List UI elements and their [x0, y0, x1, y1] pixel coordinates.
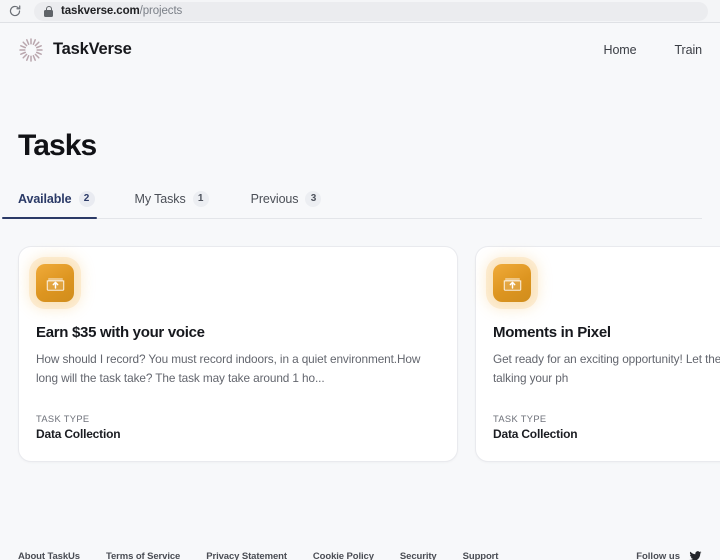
- page-title: Tasks: [18, 129, 97, 162]
- folder-upload-icon: [36, 264, 74, 302]
- footer-social: Follow us: [636, 544, 702, 560]
- tab-my-tasks-label: My Tasks: [134, 192, 186, 206]
- task-card-description: Get ready for an exciting opportunity! L…: [493, 352, 720, 386]
- folder-upload-icon: [493, 264, 531, 302]
- task-card-meta: TASK TYPE Data Collection: [493, 414, 720, 441]
- task-card[interactable]: Earn $35 with your voice How should I re…: [18, 246, 458, 463]
- task-type-label: TASK TYPE: [36, 414, 90, 425]
- footer-link-list: About TaskUs Terms of Service Privacy St…: [18, 544, 498, 560]
- twitter-icon[interactable]: [689, 551, 702, 560]
- tab-available[interactable]: Available 2: [2, 191, 109, 219]
- tab-my-tasks-badge: 1: [192, 191, 209, 207]
- site-header: TaskVerse Home Train: [0, 23, 720, 76]
- lock-icon: [44, 5, 53, 17]
- tab-previous-label: Previous: [250, 192, 299, 206]
- url-path: /projects: [139, 5, 183, 17]
- task-card[interactable]: Moments in Pixel Get ready for an exciti…: [475, 246, 720, 463]
- task-card-title: Moments in Pixel: [493, 324, 611, 341]
- footer-link-terms[interactable]: Terms of Service: [106, 551, 180, 560]
- tab-available-badge: 2: [78, 191, 95, 207]
- nav-link-train[interactable]: Train: [674, 43, 702, 57]
- footer-link-cookie-policy[interactable]: Cookie Policy: [313, 551, 374, 560]
- tab-previous-badge: 3: [305, 191, 322, 207]
- reload-icon[interactable]: [8, 4, 22, 18]
- address-bar[interactable]: taskverse.com/projects: [34, 1, 708, 21]
- browser-chrome: taskverse.com/projects: [0, 0, 720, 23]
- url-host: taskverse.com: [61, 5, 140, 17]
- brand-name: TaskVerse: [53, 40, 132, 58]
- page-content: Tasks Available 2 My Tasks 1 Previous 3: [0, 129, 720, 463]
- task-card-meta: TASK TYPE Data Collection: [36, 414, 440, 441]
- task-type-value: Data Collection: [493, 427, 578, 442]
- task-card-description: How should I record? You must record ind…: [36, 352, 421, 386]
- task-type-value: Data Collection: [36, 427, 121, 442]
- footer-link-security[interactable]: Security: [400, 551, 437, 560]
- footer-link-support[interactable]: Support: [463, 551, 499, 560]
- site-footer: About TaskUs Terms of Service Privacy St…: [0, 544, 720, 560]
- tab-previous[interactable]: Previous 3: [251, 191, 342, 218]
- main-nav: Home Train: [604, 43, 702, 57]
- tab-available-label: Available: [18, 192, 72, 206]
- footer-link-privacy[interactable]: Privacy Statement: [206, 551, 287, 560]
- task-card-list: Earn $35 with your voice How should I re…: [18, 246, 720, 463]
- taskverse-logo-icon: [18, 37, 44, 63]
- task-card-title: Earn $35 with your voice: [36, 324, 205, 341]
- tab-bar: Available 2 My Tasks 1 Previous 3: [2, 191, 702, 219]
- task-type-label: TASK TYPE: [493, 414, 547, 425]
- nav-link-home[interactable]: Home: [604, 43, 637, 57]
- footer-link-about[interactable]: About TaskUs: [18, 551, 80, 560]
- tab-my-tasks[interactable]: My Tasks 1: [135, 191, 229, 218]
- url-display: taskverse.com/projects: [61, 5, 182, 17]
- follow-us-label: Follow us: [636, 551, 680, 560]
- brand-logo-link[interactable]: TaskVerse: [18, 37, 132, 63]
